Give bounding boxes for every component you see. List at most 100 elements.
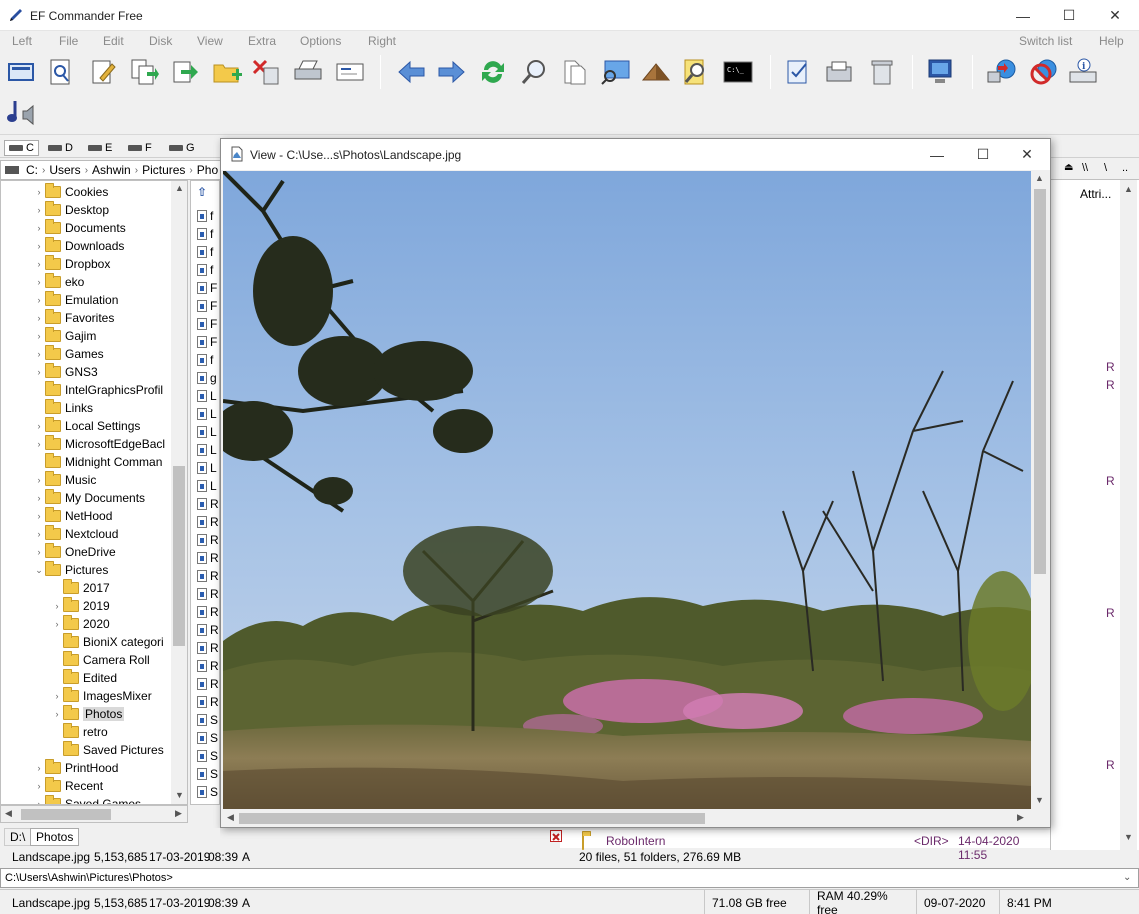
maximize-button[interactable]: ☐ <box>1046 0 1092 31</box>
expand-chevron-icon[interactable]: › <box>33 259 45 269</box>
file-row[interactable]: L <box>197 405 217 423</box>
file-row[interactable]: F <box>197 315 217 333</box>
file-row[interactable]: F <box>197 279 217 297</box>
viewer-hscroll-thumb[interactable] <box>239 813 705 824</box>
tree-item[interactable]: › Games <box>33 345 104 363</box>
tree-item[interactable]: ⌄ Pictures <box>33 561 108 579</box>
expand-chevron-icon[interactable]: › <box>33 205 45 215</box>
viewer-vertical-scrollbar[interactable]: ▲ ▼ <box>1031 171 1049 809</box>
tab-drive-d[interactable]: D:\ <box>4 828 32 846</box>
tree-item[interactable]: › Cookies <box>33 183 108 201</box>
tree-scrollbar-thumb[interactable] <box>173 466 185 646</box>
network-connect-icon[interactable] <box>986 56 1018 88</box>
tree-item[interactable]: › Recent <box>33 777 103 795</box>
file-row[interactable]: R <box>197 513 219 531</box>
disk-tools-icon[interactable] <box>823 56 855 88</box>
file-row[interactable]: R <box>197 549 219 567</box>
right-list-partial-row[interactable]: RoboIntern <DIR> 14-04-2020 11:55 <box>550 830 1050 862</box>
menu-options[interactable]: Options <box>300 34 341 48</box>
viewer-minimize-button[interactable]: — <box>914 139 960 170</box>
expand-chevron-icon[interactable]: › <box>33 313 45 323</box>
file-row[interactable]: g <box>197 369 217 387</box>
viewer-maximize-button[interactable]: ☐ <box>960 139 1006 170</box>
drive-e-button[interactable]: E <box>88 140 112 156</box>
expand-chevron-icon[interactable]: › <box>33 367 45 377</box>
file-row[interactable]: S <box>197 729 218 747</box>
file-row[interactable]: f <box>197 225 213 243</box>
breadcrumb-segment[interactable]: Pictures <box>138 163 189 177</box>
file-row[interactable]: R <box>197 693 219 711</box>
properties-icon[interactable] <box>334 56 366 88</box>
tree-item[interactable]: › Photos <box>51 705 125 723</box>
delete-icon[interactable] <box>251 56 283 88</box>
monitor-search-icon[interactable] <box>600 56 632 88</box>
menu-switch-list[interactable]: Switch list <box>1019 34 1072 48</box>
menu-file[interactable]: File <box>59 34 78 48</box>
file-row[interactable]: L <box>197 459 217 477</box>
tree-item[interactable]: › 2020 <box>51 615 110 633</box>
tree-hscrollbar[interactable]: ◀ ▶ <box>0 805 188 823</box>
tree-item[interactable]: › GNS3 <box>33 363 98 381</box>
minimize-button[interactable]: — <box>1000 0 1046 31</box>
tree-item[interactable]: › Saved Games <box>33 795 141 804</box>
tree-item[interactable]: › Emulation <box>33 291 118 309</box>
scroll-up-icon[interactable]: ▲ <box>1035 173 1044 183</box>
drive-d-button[interactable]: D <box>48 140 73 156</box>
scroll-down-icon[interactable]: ▼ <box>175 790 184 800</box>
expand-chevron-icon[interactable]: › <box>33 421 45 431</box>
expand-chevron-icon[interactable]: › <box>33 547 45 557</box>
expand-chevron-icon[interactable]: › <box>33 763 45 773</box>
expand-chevron-icon[interactable]: › <box>33 295 45 305</box>
expand-chevron-icon[interactable]: › <box>33 187 45 197</box>
refresh-icon[interactable] <box>477 56 509 88</box>
copy-file-icon[interactable] <box>128 56 160 88</box>
scroll-right-icon[interactable]: ▶ <box>1017 812 1024 823</box>
file-row[interactable]: R <box>197 531 219 549</box>
file-row[interactable]: R <box>197 675 219 693</box>
tree-item[interactable]: › NetHood <box>33 507 112 525</box>
tree-item[interactable]: retro <box>51 723 108 741</box>
file-row[interactable]: S <box>197 747 218 765</box>
compare-files-icon[interactable] <box>559 56 591 88</box>
expand-chevron-icon[interactable]: › <box>33 331 45 341</box>
file-row[interactable]: f <box>197 351 213 369</box>
computer-icon[interactable] <box>924 56 956 88</box>
right-panel-scrollbar[interactable]: ▲ ▼ <box>1120 180 1137 850</box>
expand-chevron-icon[interactable]: › <box>33 349 45 359</box>
tree-item[interactable]: › My Documents <box>33 489 145 507</box>
tree-item[interactable]: › Gajim <box>33 327 96 345</box>
file-row[interactable]: S <box>197 765 218 783</box>
expand-chevron-icon[interactable]: › <box>33 241 45 251</box>
tree-item[interactable]: › Nextcloud <box>33 525 118 543</box>
scroll-left-icon[interactable]: ◀ <box>227 812 234 823</box>
file-row[interactable]: R <box>197 585 219 603</box>
expand-chevron-icon[interactable]: › <box>33 493 45 503</box>
expand-chevron-icon[interactable]: › <box>33 781 45 791</box>
scroll-down-icon[interactable]: ▼ <box>1124 832 1133 842</box>
file-row[interactable]: f <box>197 261 213 279</box>
tree-item[interactable]: › OneDrive <box>33 543 116 561</box>
tree-hscrollbar-thumb[interactable] <box>21 809 111 820</box>
menu-edit[interactable]: Edit <box>103 34 124 48</box>
viewer-vscroll-thumb[interactable] <box>1034 189 1046 574</box>
menu-help[interactable]: Help <box>1099 34 1124 48</box>
tree-item[interactable]: › Desktop <box>33 201 109 219</box>
tree-item[interactable]: › Downloads <box>33 237 124 255</box>
tree-item[interactable]: IntelGraphicsProfil <box>33 381 163 399</box>
file-row[interactable]: F <box>197 333 217 351</box>
menu-left[interactable]: Left <box>12 34 32 48</box>
tree-item[interactable]: › ImagesMixer <box>51 687 152 705</box>
tree-scrollbar[interactable]: ▲ ▼ <box>171 181 187 804</box>
audio-player-icon[interactable] <box>5 97 37 129</box>
file-row[interactable]: R <box>197 621 219 639</box>
tree-item[interactable]: 2017 <box>51 579 110 597</box>
menu-right[interactable]: Right <box>368 34 396 48</box>
back-arrow-icon[interactable] <box>395 56 427 88</box>
drive-window-icon[interactable] <box>5 56 37 88</box>
file-row[interactable]: S <box>197 783 218 801</box>
expand-chevron-icon[interactable]: › <box>33 223 45 233</box>
expand-chevron-icon[interactable]: › <box>51 691 63 701</box>
file-row[interactable]: f <box>197 243 213 261</box>
breadcrumb-segment[interactable]: Users <box>45 163 84 177</box>
viewer-close-button[interactable]: ✕ <box>1004 139 1050 170</box>
